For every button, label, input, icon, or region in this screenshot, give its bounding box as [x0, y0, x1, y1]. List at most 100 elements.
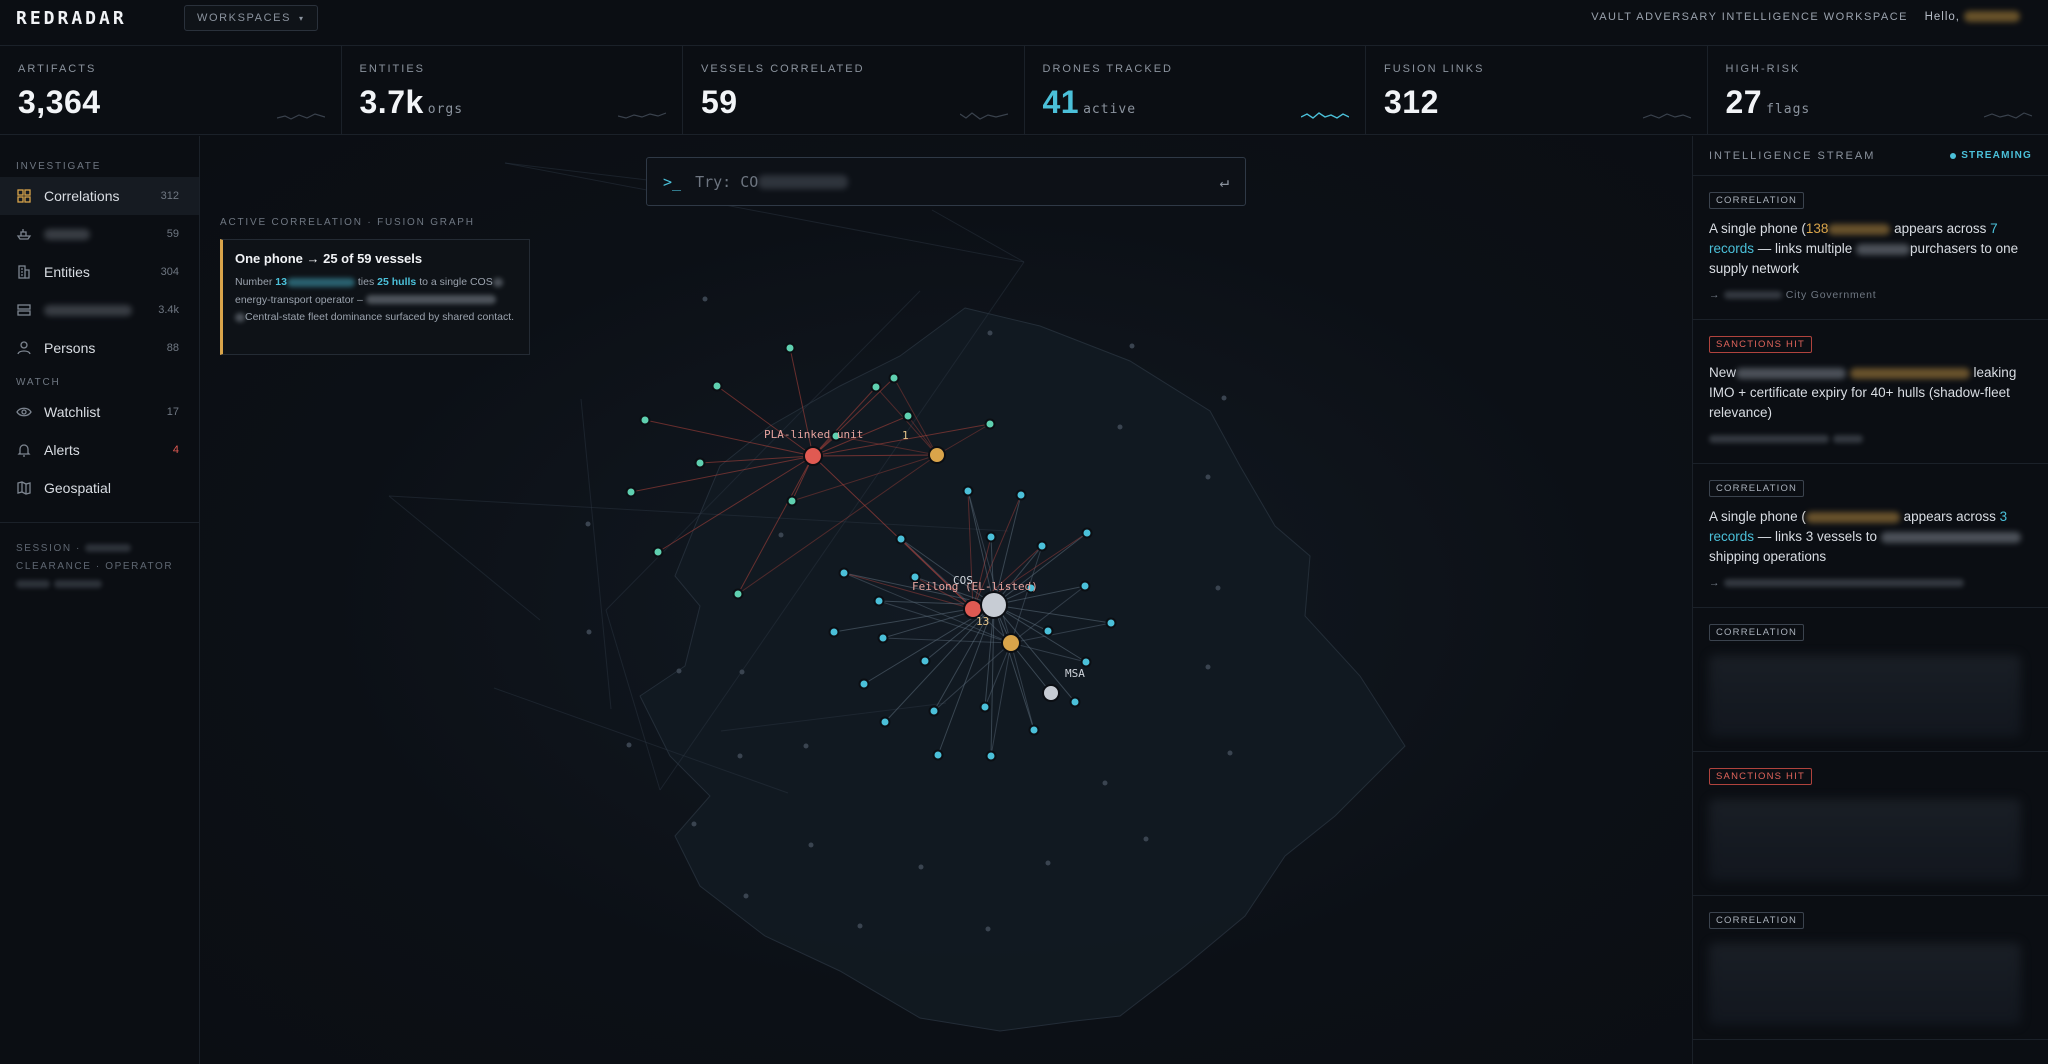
graph-node-drone[interactable]: [984, 418, 996, 430]
graph-node-faint[interactable]: [985, 926, 991, 932]
sidebar-item-entities[interactable]: Entities 304: [0, 253, 199, 291]
sparkline: [959, 112, 1008, 120]
graph-node-drone[interactable]: [711, 380, 723, 392]
graph-command-input[interactable]: >_ Try: CO ↵: [646, 157, 1246, 206]
graph-node-vessel[interactable]: [928, 705, 940, 717]
workspaces-dropdown[interactable]: WORKSPACES ▾: [184, 5, 318, 31]
graph-node-vessel[interactable]: [1081, 527, 1093, 539]
graph-edge: [580, 398, 612, 710]
graph-node-vessel[interactable]: [962, 485, 974, 497]
graph-node-faint[interactable]: [1205, 664, 1211, 670]
graph-node-vessel[interactable]: [1042, 625, 1054, 637]
graph-node-drone[interactable]: [625, 486, 637, 498]
graph-node-faint[interactable]: [737, 753, 743, 759]
graph-node-vessel[interactable]: [828, 626, 840, 638]
stat-entities[interactable]: ENTITIES 3.7k orgs: [342, 46, 683, 134]
graph-node-pla-unit[interactable]: [803, 446, 823, 466]
graph-node-faint[interactable]: [1045, 860, 1051, 866]
graph-node-vessel[interactable]: [1015, 489, 1027, 501]
graph-node-drone[interactable]: [652, 546, 664, 558]
graph-node-drone[interactable]: [902, 410, 914, 422]
sidebar-item-persons[interactable]: Persons 88: [0, 329, 199, 367]
stream-card[interactable]: CORRELATION A single phone (138 appears …: [1693, 176, 2048, 320]
graph-node-vessel[interactable]: [985, 750, 997, 762]
sidebar-item-geospatial[interactable]: Geospatial: [0, 469, 199, 507]
graph-node-vessel[interactable]: [873, 595, 885, 607]
graph-node-faint[interactable]: [1102, 780, 1108, 786]
user-greeting[interactable]: Hello,: [1925, 11, 2020, 23]
sidebar-item-records[interactable]: 3.4k: [0, 291, 199, 329]
graph-node-drone[interactable]: [639, 414, 651, 426]
graph-node-faint[interactable]: [1143, 836, 1149, 842]
graph-node-faint[interactable]: [586, 629, 592, 635]
graph-node-vessel[interactable]: [1079, 580, 1091, 592]
graph-node-drone[interactable]: [732, 588, 744, 600]
graph-node-faint[interactable]: [1117, 424, 1123, 430]
graph-node-faint[interactable]: [626, 742, 632, 748]
sidebar-item-watchlist[interactable]: Watchlist 17: [0, 393, 199, 431]
graph-node-faint[interactable]: [857, 923, 863, 929]
stat-vessels[interactable]: VESSELS CORRELATED 59: [683, 46, 1025, 134]
app-logo[interactable]: REDRADAR: [16, 8, 127, 29]
active-correlation-card[interactable]: One phone → 25 of 59 vessels Number 13 t…: [220, 239, 530, 355]
card-badge: SANCTIONS HIT: [1709, 768, 1812, 785]
graph-node-faint[interactable]: [808, 842, 814, 848]
graph-node-faint[interactable]: [585, 521, 591, 527]
graph-node-faint[interactable]: [702, 296, 708, 302]
stat-artifacts[interactable]: ARTIFACTS 3,364: [0, 46, 342, 134]
graph-node-vessel[interactable]: [838, 567, 850, 579]
graph-node-drone[interactable]: [784, 342, 796, 354]
graph-node-phone[interactable]: [928, 446, 946, 464]
stat-high-risk[interactable]: HIGH-RISK 27 flags: [1708, 46, 2048, 134]
graph-node-vessel[interactable]: [985, 531, 997, 543]
graph-node-vessel[interactable]: [858, 678, 870, 690]
graph-node-msa[interactable]: [1042, 684, 1060, 702]
graph-node-vessel[interactable]: [1069, 696, 1081, 708]
graph-node-faint[interactable]: [1129, 343, 1135, 349]
graph-node-drone[interactable]: [694, 457, 706, 469]
graph-node-vessel[interactable]: [879, 716, 891, 728]
stream-card[interactable]: CORRELATION: [1693, 608, 2048, 752]
graph-node-faint[interactable]: [1221, 395, 1227, 401]
fusion-graph-canvas[interactable]: PLA-linked unit Feilong (EL-listed) 1 COS 13…: [200, 136, 1692, 1064]
live-dot-icon: [1950, 152, 1957, 159]
graph-node-vessel[interactable]: [1036, 540, 1048, 552]
stream-title: INTELLIGENCE STREAM: [1709, 149, 1876, 162]
stat-label: ARTIFACTS: [18, 63, 97, 75]
sidebar-item-vessels[interactable]: 59: [0, 215, 199, 253]
stream-card[interactable]: SANCTIONS HIT New leaking IMO + certific…: [1693, 320, 2048, 464]
graph-node-drone[interactable]: [888, 372, 900, 384]
graph-node-vessel[interactable]: [932, 749, 944, 761]
graph-node-faint[interactable]: [739, 669, 745, 675]
stream-card[interactable]: CORRELATION A single phone ( appears acr…: [1693, 464, 2048, 608]
graph-node-faint[interactable]: [676, 668, 682, 674]
sidebar-item-alerts[interactable]: Alerts 4: [0, 431, 199, 469]
graph-node-faint[interactable]: [803, 743, 809, 749]
graph-node-faint[interactable]: [1215, 585, 1221, 591]
graph-node-faint[interactable]: [918, 864, 924, 870]
graph-node-phone[interactable]: [1001, 633, 1021, 653]
graph-node-drone[interactable]: [870, 381, 882, 393]
graph-node-vessel[interactable]: [1080, 656, 1092, 668]
graph-node-drone[interactable]: [786, 495, 798, 507]
graph-node-faint[interactable]: [691, 821, 697, 827]
graph-node-vessel[interactable]: [979, 701, 991, 713]
graph-node-vessel[interactable]: [1028, 724, 1040, 736]
graph-node-faint[interactable]: [1227, 750, 1233, 756]
stat-drones[interactable]: DRONES TRACKED 41 active: [1025, 46, 1366, 134]
graph-node-vessel[interactable]: [877, 632, 889, 644]
stream-card[interactable]: SANCTIONS HIT: [1693, 752, 2048, 896]
graph-node-faint[interactable]: [987, 330, 993, 336]
graph-node-vessel[interactable]: [1105, 617, 1117, 629]
graph-node-faint[interactable]: [778, 532, 784, 538]
stream-card[interactable]: CORRELATION: [1693, 896, 2048, 1040]
map-icon: [17, 481, 31, 495]
graph-node-faint[interactable]: [1205, 474, 1211, 480]
graph-node-vessel[interactable]: [919, 655, 931, 667]
sidebar-item-correlations[interactable]: Correlations 312: [0, 177, 199, 215]
redacted-username: [1964, 11, 2020, 23]
return-icon[interactable]: ↵: [1219, 172, 1229, 191]
graph-node-faint[interactable]: [743, 893, 749, 899]
graph-node-vessel[interactable]: [895, 533, 907, 545]
stat-fusion-links[interactable]: FUSION LINKS 312: [1366, 46, 1708, 134]
